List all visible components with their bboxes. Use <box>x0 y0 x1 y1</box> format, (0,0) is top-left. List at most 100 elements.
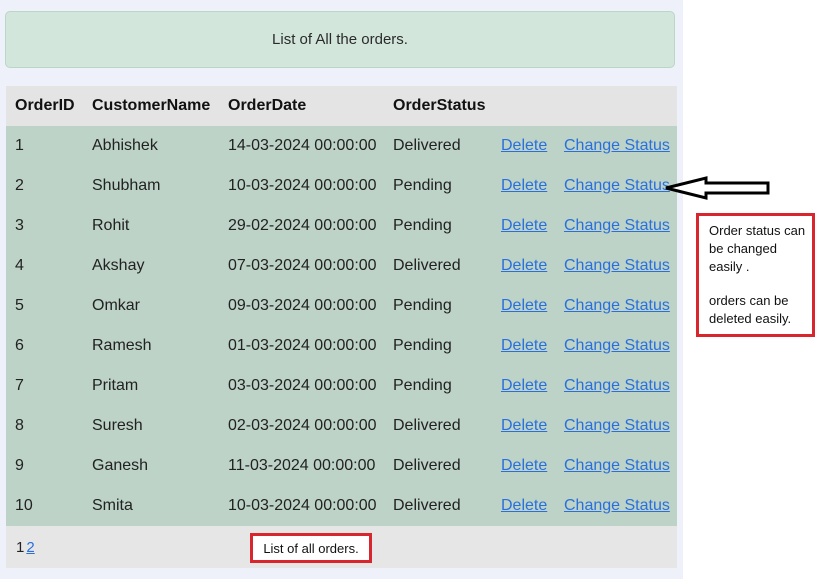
change-status-link[interactable]: Change Status <box>564 497 670 514</box>
delete-link[interactable]: Delete <box>501 377 547 394</box>
order-status-cell: Pending <box>384 286 492 326</box>
page-current: 1 <box>16 539 25 556</box>
order-id-cell: 9 <box>6 446 83 486</box>
delete-cell: Delete <box>492 406 555 446</box>
delete-cell: Delete <box>492 326 555 366</box>
customer-name-cell: Ramesh <box>83 326 219 366</box>
table-row: 7 Pritam 03-03-2024 00:00:00 Pending Delete C… <box>6 366 677 406</box>
order-status-cell: Pending <box>384 206 492 246</box>
change-status-cell: Change Status <box>555 206 677 246</box>
delete-cell: Delete <box>492 126 555 166</box>
delete-link[interactable]: Delete <box>501 137 547 154</box>
change-status-cell: Change Status <box>555 486 677 526</box>
delete-link[interactable]: Delete <box>501 297 547 314</box>
customer-name-cell: Abhishek <box>83 126 219 166</box>
delete-link[interactable]: Delete <box>501 417 547 434</box>
order-status-cell: Pending <box>384 166 492 206</box>
order-status-cell: Delivered <box>384 126 492 166</box>
table-row: 6 Ramesh 01-03-2024 00:00:00 Pending Delete C… <box>6 326 677 366</box>
order-id-cell: 7 <box>6 366 83 406</box>
order-date-cell: 01-03-2024 00:00:00 <box>219 326 384 366</box>
annotation-line-2: orders can be deleted easily. <box>709 293 792 326</box>
change-status-link[interactable]: Change Status <box>564 337 670 354</box>
change-status-link[interactable]: Change Status <box>564 377 670 394</box>
change-status-cell: Change Status <box>555 446 677 486</box>
delete-cell: Delete <box>492 366 555 406</box>
order-id-cell: 2 <box>6 166 83 206</box>
change-status-cell: Change Status <box>555 366 677 406</box>
order-id-cell: 3 <box>6 206 83 246</box>
order-date-cell: 11-03-2024 00:00:00 <box>219 446 384 486</box>
alert-text: List of All the orders. <box>272 31 408 48</box>
change-status-cell: Change Status <box>555 286 677 326</box>
order-id-cell: 4 <box>6 246 83 286</box>
order-status-cell: Delivered <box>384 406 492 446</box>
change-status-cell: Change Status <box>555 166 677 206</box>
customer-name-cell: Suresh <box>83 406 219 446</box>
change-status-link[interactable]: Change Status <box>564 217 670 234</box>
delete-cell: Delete <box>492 206 555 246</box>
order-id-cell: 6 <box>6 326 83 366</box>
order-status-cell: Delivered <box>384 246 492 286</box>
header-change-status <box>555 86 677 126</box>
table-header-row: OrderID CustomerName OrderDate OrderStat… <box>6 86 677 126</box>
order-status-cell: Pending <box>384 326 492 366</box>
page-link-2[interactable]: 2 <box>26 539 34 556</box>
header-order-status: OrderStatus <box>384 86 492 126</box>
orders-alert-banner: List of All the orders. <box>5 11 675 68</box>
delete-link[interactable]: Delete <box>501 217 547 234</box>
table-row: 5 Omkar 09-03-2024 00:00:00 Pending Delete Ch… <box>6 286 677 326</box>
header-order-date: OrderDate <box>219 86 384 126</box>
order-date-cell: 10-03-2024 00:00:00 <box>219 166 384 206</box>
order-date-cell: 02-03-2024 00:00:00 <box>219 406 384 446</box>
order-status-cell: Delivered <box>384 446 492 486</box>
change-status-link[interactable]: Change Status <box>564 137 670 154</box>
table-row: 3 Rohit 29-02-2024 00:00:00 Pending Delete Ch… <box>6 206 677 246</box>
delete-link[interactable]: Delete <box>501 337 547 354</box>
table-row: 9 Ganesh 11-03-2024 00:00:00 Delivered Delet… <box>6 446 677 486</box>
order-date-cell: 14-03-2024 00:00:00 <box>219 126 384 166</box>
delete-cell: Delete <box>492 446 555 486</box>
customer-name-cell: Rohit <box>83 206 219 246</box>
header-customer-name: CustomerName <box>83 86 219 126</box>
delete-cell: Delete <box>492 246 555 286</box>
order-date-cell: 03-03-2024 00:00:00 <box>219 366 384 406</box>
delete-link[interactable]: Delete <box>501 177 547 194</box>
change-status-cell: Change Status <box>555 246 677 286</box>
order-date-cell: 09-03-2024 00:00:00 <box>219 286 384 326</box>
customer-name-cell: Pritam <box>83 366 219 406</box>
annotation-box: Order status can be changed easily . ord… <box>696 213 815 337</box>
customer-name-cell: Akshay <box>83 246 219 286</box>
order-date-cell: 07-03-2024 00:00:00 <box>219 246 384 286</box>
change-status-link[interactable]: Change Status <box>564 457 670 474</box>
delete-link[interactable]: Delete <box>501 457 547 474</box>
order-id-cell: 8 <box>6 406 83 446</box>
change-status-link[interactable]: Change Status <box>564 177 670 194</box>
order-status-cell: Pending <box>384 366 492 406</box>
footer-annotation-box: List of all orders. <box>250 533 372 563</box>
header-order-id: OrderID <box>6 86 83 126</box>
order-id-cell: 10 <box>6 486 83 526</box>
customer-name-cell: Shubham <box>83 166 219 206</box>
customer-name-cell: Smita <box>83 486 219 526</box>
table-row: 10 Smita 10-03-2024 00:00:00 Delivered Delet… <box>6 486 677 526</box>
delete-link[interactable]: Delete <box>501 497 547 514</box>
delete-link[interactable]: Delete <box>501 257 547 274</box>
customer-name-cell: Omkar <box>83 286 219 326</box>
change-status-link[interactable]: Change Status <box>564 257 670 274</box>
change-status-link[interactable]: Change Status <box>564 297 670 314</box>
change-status-cell: Change Status <box>555 406 677 446</box>
order-status-cell: Delivered <box>384 486 492 526</box>
change-status-cell: Change Status <box>555 126 677 166</box>
table-row: 4 Akshay 07-03-2024 00:00:00 Delivered Delet… <box>6 246 677 286</box>
order-id-cell: 5 <box>6 286 83 326</box>
change-status-link[interactable]: Change Status <box>564 417 670 434</box>
table-row: 1 Abhishek 14-03-2024 00:00:00 Delivered Del… <box>6 126 677 166</box>
change-status-cell: Change Status <box>555 326 677 366</box>
delete-cell: Delete <box>492 286 555 326</box>
order-id-cell: 1 <box>6 126 83 166</box>
delete-cell: Delete <box>492 166 555 206</box>
delete-cell: Delete <box>492 486 555 526</box>
order-date-cell: 10-03-2024 00:00:00 <box>219 486 384 526</box>
pagination: 12 <box>16 539 35 556</box>
